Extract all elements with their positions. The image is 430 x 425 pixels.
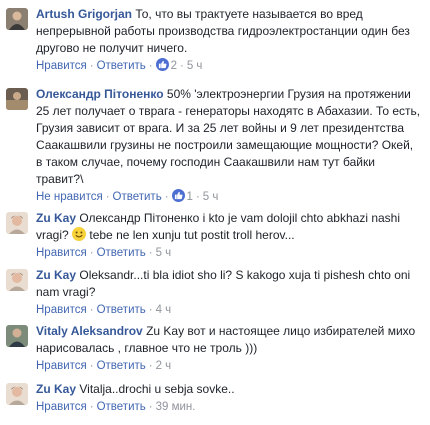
unlike-button[interactable]: Не нравится xyxy=(36,191,103,203)
like-count[interactable]: 1 xyxy=(187,191,193,203)
comment-text: Vitaly Aleksandrov Zu Kay вот и настояще… xyxy=(36,323,422,357)
timestamp[interactable]: 5 ч xyxy=(156,247,172,259)
comment-text: Zu Kay Олександр Пітоненко i kto je vam … xyxy=(36,210,422,244)
comment-author[interactable]: Zu Kay xyxy=(36,211,76,225)
comment-actions: Нравится · Ответить · 2 ч xyxy=(36,360,172,372)
timestamp[interactable]: 5 ч xyxy=(203,191,219,203)
reply-button[interactable]: Ответить xyxy=(97,304,146,316)
comment-author[interactable]: Zu Kay xyxy=(36,382,76,396)
like-button[interactable]: Нравится xyxy=(36,247,87,259)
timestamp[interactable]: 2 ч xyxy=(156,360,172,372)
comment-actions: Нравится · Ответить · 4 ч xyxy=(36,304,172,316)
comment-actions: Нравится · Ответить · 2 · 5 ч xyxy=(36,58,203,72)
avatar[interactable] xyxy=(6,269,28,291)
reply-button[interactable]: Ответить xyxy=(97,360,146,372)
reply-button[interactable]: Ответить xyxy=(97,247,146,259)
thumbs-up-icon[interactable] xyxy=(155,58,169,71)
avatar[interactable] xyxy=(6,212,28,234)
comment-text: Artush Grigorjan То, что вы трактуете на… xyxy=(36,6,422,57)
comment-author[interactable]: Олександр Пітоненко xyxy=(36,87,164,101)
avatar[interactable] xyxy=(6,325,28,347)
timestamp[interactable]: 4 ч xyxy=(156,304,172,316)
comment-message: 50% 'электроэнергии Грузия на протяжении… xyxy=(36,87,421,186)
avatar[interactable] xyxy=(6,383,28,405)
avatar[interactable] xyxy=(6,8,28,30)
comment-author[interactable]: Zu Kay xyxy=(36,268,76,282)
comment-message-continued: tebe ne len xunju tut postit troll herov… xyxy=(89,228,295,242)
comment-message: Vitalja..drochi u sebja sovke.. xyxy=(79,382,235,396)
reply-button[interactable]: Ответить xyxy=(97,401,146,413)
comment-text: Zu Kay Vitalja..drochi u sebja sovke.. xyxy=(36,381,422,398)
like-button[interactable]: Нравится xyxy=(36,304,87,316)
reply-button[interactable]: Ответить xyxy=(97,60,146,72)
like-button[interactable]: Нравится xyxy=(36,60,87,72)
comment-actions: Нравится · Ответить · 5 ч xyxy=(36,247,172,259)
comment-actions: Не нравится · Ответить · 1 · 5 ч xyxy=(36,189,219,203)
comment-text: Zu Kay Oleksandr...ti bla idiot sho li? … xyxy=(36,267,422,301)
like-button[interactable]: Нравится xyxy=(36,360,87,372)
like-button[interactable]: Нравится xyxy=(36,401,87,413)
smiley-emoji-icon xyxy=(72,227,87,241)
comment-message: Oleksandr...ti bla idiot sho li? S kakog… xyxy=(36,268,411,299)
comment-text: Олександр Пітоненко 50% 'электроэнергии … xyxy=(36,86,422,188)
comment-actions: Нравится · Ответить · 39 мин. xyxy=(36,401,196,413)
comment-author[interactable]: Vitaly Aleksandrov xyxy=(36,324,143,338)
timestamp[interactable]: 39 мин. xyxy=(156,401,196,413)
comment-author[interactable]: Artush Grigorjan xyxy=(36,7,132,21)
timestamp[interactable]: 5 ч xyxy=(187,60,203,72)
thumbs-up-icon[interactable] xyxy=(171,189,185,202)
avatar[interactable] xyxy=(6,88,28,110)
reply-button[interactable]: Ответить xyxy=(113,191,162,203)
